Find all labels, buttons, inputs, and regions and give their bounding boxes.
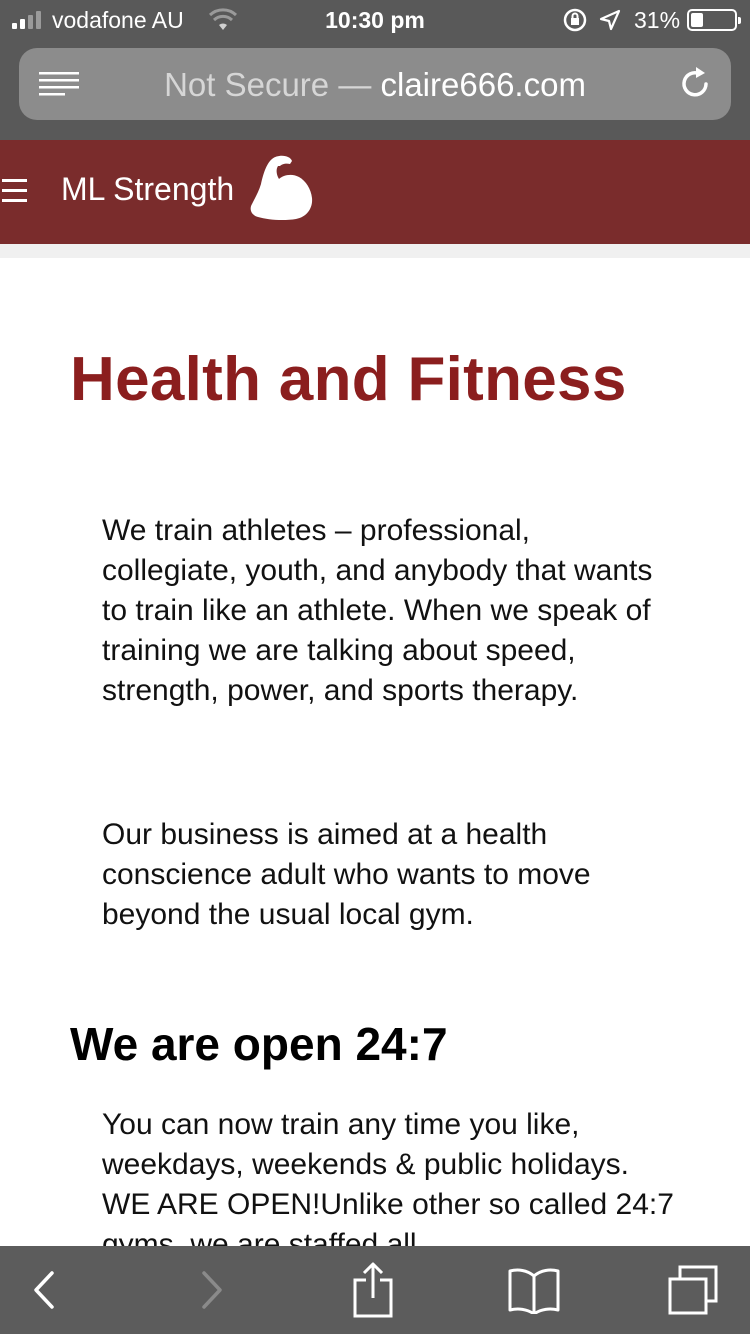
url-separator: — xyxy=(338,66,372,103)
forward-icon xyxy=(202,1271,222,1309)
rotation-lock-icon xyxy=(563,8,587,32)
intro-paragraph: We train athletes – professional, colleg… xyxy=(102,514,653,707)
battery-icon xyxy=(687,9,741,31)
url-domain: claire666.com xyxy=(380,66,586,103)
bookmarks-button[interactable] xyxy=(498,1246,570,1334)
flexed-bicep-icon xyxy=(250,155,313,221)
header-divider xyxy=(0,244,750,258)
page-title: Health and Fitness xyxy=(70,345,627,414)
share-icon xyxy=(353,1262,393,1318)
back-icon xyxy=(34,1271,54,1309)
share-button[interactable] xyxy=(338,1246,408,1334)
back-button[interactable] xyxy=(10,1246,80,1334)
hours-heading: We are open 24:7 xyxy=(70,1018,448,1070)
page-content: Health and Fitness We train athletes – p… xyxy=(0,258,750,1261)
business-paragraph: Our business is aimed at a health consci… xyxy=(102,818,591,931)
bookmarks-icon xyxy=(508,1268,560,1314)
reload-icon[interactable] xyxy=(675,64,715,104)
site-header: ML Strength xyxy=(0,140,750,244)
hamburger-menu-icon[interactable] xyxy=(2,177,27,205)
security-warning: Not Secure xyxy=(164,66,330,103)
url-text[interactable]: Not Secure — claire666.com xyxy=(19,66,731,104)
hours-paragraph: You can now train any time you like, wee… xyxy=(102,1108,674,1261)
browser-address-area: Not Secure — claire666.com xyxy=(0,40,750,140)
screen: vodafone AU 10:30 pm 31% Not Secure — cl… xyxy=(0,0,750,1334)
forward-button[interactable] xyxy=(176,1246,246,1334)
status-bar: vodafone AU 10:30 pm 31% xyxy=(0,0,750,40)
browser-toolbar xyxy=(0,1246,750,1334)
tabs-button[interactable] xyxy=(658,1246,728,1334)
tabs-icon xyxy=(668,1265,718,1315)
location-arrow-icon xyxy=(599,9,621,31)
battery-percent: 31% xyxy=(634,7,681,33)
site-brand[interactable]: ML Strength xyxy=(61,171,234,208)
address-bar[interactable]: Not Secure — claire666.com xyxy=(19,48,731,120)
